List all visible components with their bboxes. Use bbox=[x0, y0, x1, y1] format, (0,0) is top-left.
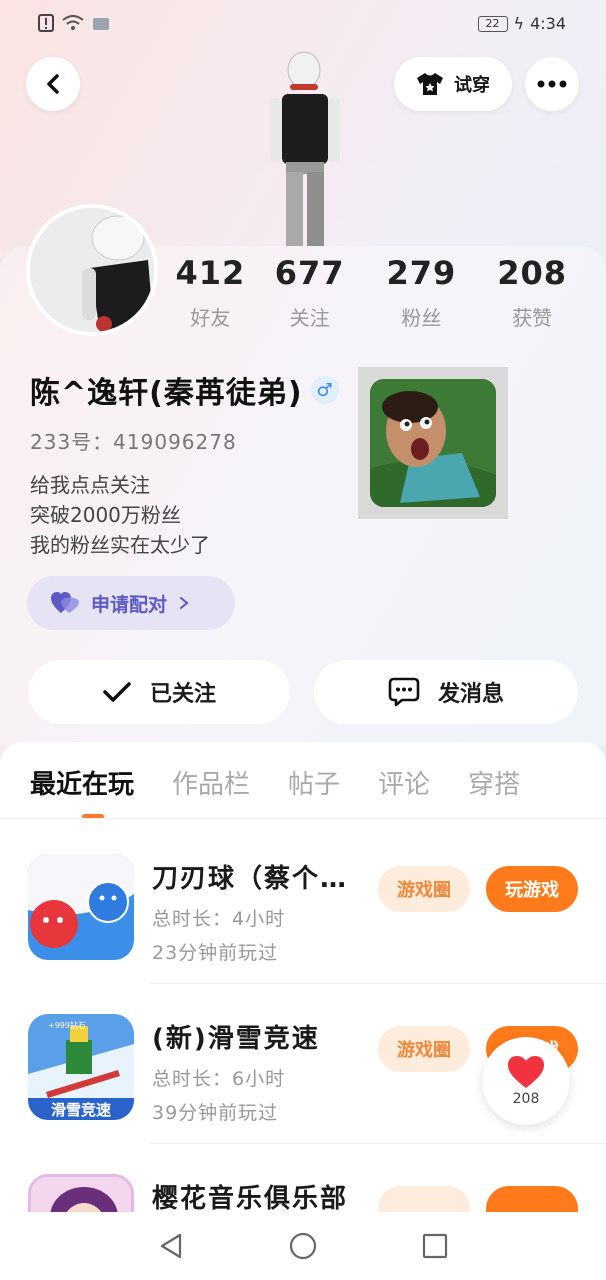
stat-following[interactable]: 677 关注 bbox=[253, 254, 367, 331]
tab-works[interactable]: 作品栏 bbox=[172, 764, 250, 801]
charging-icon: ϟ bbox=[513, 14, 525, 33]
stat-friends[interactable]: 412 好友 bbox=[168, 254, 253, 331]
play-game-button[interactable] bbox=[486, 1186, 578, 1212]
ski-race-icon: 滑雪竞速 +999钻石 bbox=[28, 1014, 134, 1120]
game-last-played: 39分钟前玩过 bbox=[152, 1102, 279, 1124]
game-name: (新)滑雪竞速 bbox=[152, 1024, 320, 1054]
system-nav-bar bbox=[0, 1212, 606, 1280]
stat-likes[interactable]: 208 获赞 bbox=[476, 254, 588, 331]
play-game-button[interactable]: 玩游戏 bbox=[486, 866, 578, 912]
divider bbox=[0, 818, 606, 819]
user-id: 233号：419096278 bbox=[30, 430, 237, 454]
stat-fans[interactable]: 279 粉丝 bbox=[366, 254, 476, 331]
sakura-music-icon bbox=[31, 1177, 131, 1212]
game-duration: 总时长：6小时 bbox=[152, 1068, 286, 1090]
game-name: 樱花音乐俱乐部 bbox=[152, 1184, 349, 1212]
apply-pair-button[interactable]: 申请配对 bbox=[27, 576, 235, 630]
try-on-label: 试穿 bbox=[454, 75, 490, 96]
app-notification-icon bbox=[93, 18, 109, 30]
game-icon bbox=[28, 1174, 134, 1212]
apply-pair-label: 申请配对 bbox=[91, 593, 168, 616]
more-button[interactable] bbox=[525, 57, 579, 111]
game-row[interactable]: 刀刃球（蔡个… 总时长：4小时 23分钟前玩过 游戏圈 玩游戏 bbox=[0, 824, 606, 984]
tab-recently-played[interactable]: 最近在玩 bbox=[30, 764, 134, 801]
wifi-icon bbox=[62, 15, 84, 30]
chat-bubble-icon bbox=[388, 677, 420, 707]
bio-line: 我的粉丝实在太少了 bbox=[30, 533, 210, 557]
try-on-button[interactable]: 试穿 bbox=[394, 57, 512, 111]
avatar-3d-figure[interactable] bbox=[262, 48, 342, 246]
clock: 4:34 bbox=[530, 14, 566, 33]
game-duration: 总时长：4小时 bbox=[152, 908, 286, 930]
game-meta: 总时长：6小时 39分钟前玩过 bbox=[152, 1062, 285, 1130]
status-bar: 22 ϟ 4:34 bbox=[0, 0, 606, 48]
nav-home-icon[interactable] bbox=[288, 1231, 318, 1261]
avatar[interactable] bbox=[26, 204, 158, 336]
blade-ball-icon bbox=[28, 854, 134, 960]
nav-recents-icon[interactable] bbox=[422, 1233, 448, 1259]
game-row[interactable]: 樱花音乐俱乐部 bbox=[0, 1144, 606, 1212]
followed-label: 已关注 bbox=[149, 682, 216, 707]
game-circle-button[interactable]: 游戏圈 bbox=[378, 1026, 470, 1072]
username: 陈^逸轩(秦苒徒弟) bbox=[30, 376, 303, 411]
ski-icon-title: 滑雪竞速 bbox=[51, 1101, 111, 1119]
more-dots-icon bbox=[537, 80, 567, 88]
username-row: 陈^逸轩(秦苒徒弟) ♂ bbox=[30, 368, 339, 412]
send-message-label: 发消息 bbox=[437, 682, 504, 707]
chevron-right-icon bbox=[180, 597, 189, 609]
shirt-icon bbox=[417, 73, 443, 95]
game-meta: 总时长：4小时 23分钟前玩过 bbox=[152, 902, 285, 970]
content-panel: 最近在玩 作品栏 帖子 评论 穿搭 刀刃球（蔡个… 总时长：4小时 23分钟前玩… bbox=[0, 742, 606, 1212]
checkmark-icon bbox=[103, 682, 131, 702]
game-icon bbox=[28, 854, 134, 960]
send-message-button[interactable]: 发消息 bbox=[314, 660, 578, 724]
ski-icon-badge: +999钻石 bbox=[48, 1020, 86, 1030]
battery-indicator: 22 bbox=[477, 15, 508, 32]
like-count: 208 bbox=[512, 1091, 540, 1107]
like-button[interactable]: 208 bbox=[482, 1037, 570, 1125]
bio-line: 突破2000万粉丝 bbox=[30, 503, 181, 527]
tab-outfits[interactable]: 穿搭 bbox=[468, 764, 520, 801]
heart-icon bbox=[508, 1056, 544, 1088]
meme-image[interactable] bbox=[358, 367, 508, 519]
back-button[interactable] bbox=[26, 57, 80, 111]
heart-pair-icon bbox=[51, 592, 79, 613]
bio-line: 给我点点关注 bbox=[30, 473, 150, 497]
male-gender-icon: ♂ bbox=[310, 376, 339, 404]
tab-bar: 最近在玩 作品栏 帖子 评论 穿搭 bbox=[30, 764, 558, 801]
nav-back-icon[interactable] bbox=[158, 1232, 184, 1260]
avatar-image bbox=[30, 208, 154, 332]
bio: 给我点点关注 突破2000万粉丝 我的粉丝实在太少了 bbox=[30, 470, 210, 560]
game-name: 刀刃球（蔡个… bbox=[152, 864, 349, 894]
stats-row: 412 好友 677 关注 279 粉丝 208 获赞 bbox=[168, 254, 588, 331]
meme-face-image bbox=[370, 379, 496, 507]
game-circle-button[interactable] bbox=[378, 1186, 470, 1212]
game-icon: 滑雪竞速 +999钻石 bbox=[28, 1014, 134, 1120]
chevron-left-icon bbox=[47, 74, 59, 94]
game-last-played: 23分钟前玩过 bbox=[152, 942, 279, 964]
game-circle-button[interactable]: 游戏圈 bbox=[378, 866, 470, 912]
tab-comments[interactable]: 评论 bbox=[378, 764, 430, 801]
alert-icon bbox=[38, 14, 54, 32]
tab-posts[interactable]: 帖子 bbox=[288, 764, 340, 801]
followed-button[interactable]: 已关注 bbox=[28, 660, 290, 724]
